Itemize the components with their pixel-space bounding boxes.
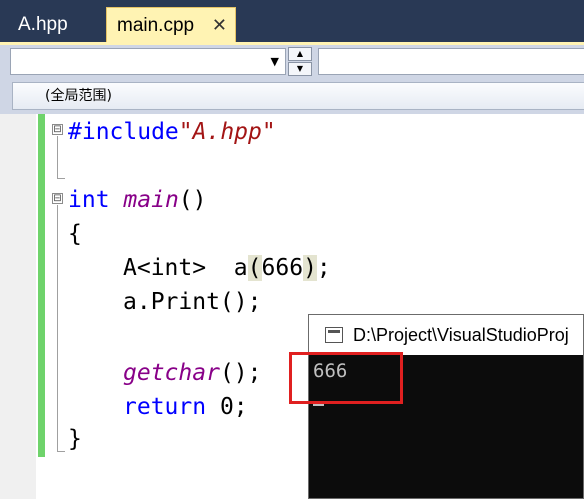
outline-line — [57, 136, 58, 178]
parens: () — [178, 187, 207, 213]
console-app-icon — [325, 327, 343, 343]
code-line-getchar: getchar(); — [123, 356, 261, 390]
outline-end — [57, 178, 65, 179]
call-rest: (); — [219, 360, 262, 386]
tab-label: A.hpp — [18, 14, 68, 35]
scope-dropdown[interactable]: (全局范围) — [12, 82, 584, 110]
tab-label: main.cpp — [117, 15, 195, 36]
return-value: 0; — [206, 394, 248, 420]
code-line-main: int main() — [68, 183, 207, 217]
nav-spinner: ▲ ▼ — [288, 47, 312, 76]
template-type: A<int> — [123, 255, 207, 281]
close-icon[interactable]: ✕ — [212, 8, 227, 43]
code-line-print: a.Print(); — [123, 289, 262, 315]
matching-paren: ) — [303, 255, 317, 281]
spin-up-button[interactable]: ▲ — [288, 47, 312, 61]
scope-bar: (全局范围) — [0, 78, 584, 114]
navigation-bar: ▼ ▲ ▼ — [0, 45, 584, 78]
member-dropdown[interactable] — [318, 48, 584, 75]
outline-end — [57, 451, 65, 452]
code-line-close-brace: } — [68, 426, 82, 452]
matching-paren: ( — [247, 255, 262, 281]
document-tab-strip: A.hpp main.cpp ✕ — [0, 0, 584, 42]
console-title: D:\Project\VisualStudioProj — [353, 325, 569, 345]
change-tracking-bar — [38, 114, 45, 457]
tab-main-cpp[interactable]: main.cpp ✕ — [106, 7, 236, 42]
variable-name: a — [233, 255, 248, 281]
return-keyword: return — [123, 394, 207, 420]
include-path: "A.hpp" — [178, 119, 276, 145]
outline-line — [57, 205, 58, 451]
code-line-return: return 0; — [123, 390, 248, 424]
spin-down-button[interactable]: ▼ — [288, 62, 312, 76]
collapse-icon[interactable]: ⊟ — [52, 193, 63, 204]
chevron-down-icon[interactable]: ▼ — [271, 56, 279, 67]
console-title-bar[interactable]: D:\Project\VisualStudioProj — [309, 315, 583, 355]
function-name: main — [123, 187, 179, 213]
preprocessor-keyword: #include — [68, 119, 179, 145]
type-keyword: int — [68, 187, 110, 213]
scope-label: (全局范围) — [45, 88, 112, 104]
code-line-declaration: A<int> a(666); — [123, 251, 331, 285]
code-line-include: #include"A.hpp" — [68, 115, 276, 149]
annotation-highlight-box — [289, 352, 403, 404]
collapse-icon[interactable]: ⊟ — [52, 124, 63, 135]
semicolon: ; — [316, 255, 331, 281]
indicator-margin — [0, 114, 36, 499]
tab-a-hpp[interactable]: A.hpp — [4, 7, 102, 42]
console-window[interactable]: D:\Project\VisualStudioProj 666 — [308, 314, 584, 499]
function-name: getchar — [123, 360, 220, 386]
type-dropdown[interactable]: ▼ — [10, 48, 286, 75]
code-line-open-brace: { — [68, 221, 82, 247]
literal-value: 666 — [261, 255, 304, 281]
